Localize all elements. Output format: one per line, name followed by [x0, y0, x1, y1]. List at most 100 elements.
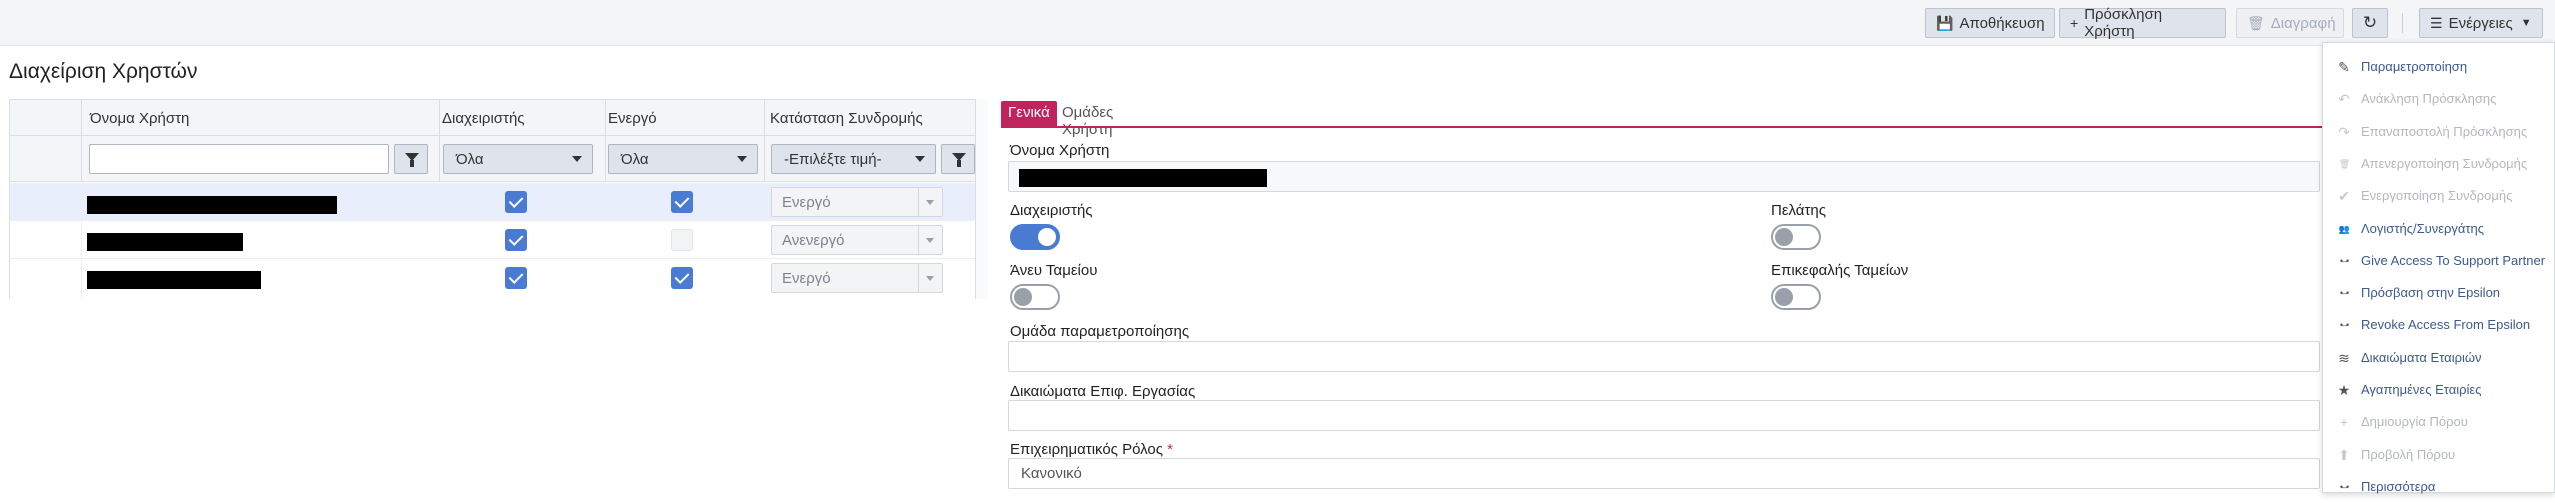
menu-item-label: Απενεργοποίηση Συνδρομής — [2361, 155, 2528, 171]
menu-item-label: Revoke Access From Epsilon — [2361, 317, 2531, 333]
invite-user-button[interactable]: + Πρόσκληση Χρήστη — [2059, 6, 2226, 40]
save-button[interactable]: 💾 Αποθήκευση — [1925, 8, 2055, 38]
admin-toggle[interactable] — [1010, 224, 1060, 250]
menu-item[interactable]: 🗑 Απενεργοποίηση Συνδρομής — [2323, 148, 2555, 180]
subscription-select[interactable]: Ανενεργό — [771, 225, 943, 255]
work-rights-field[interactable] — [1008, 400, 2320, 431]
register-head-label: Επικεφαλής Ταμείων — [1771, 262, 1909, 279]
menu-item[interactable]: 👥 Λογιστής/Συνεργάτης — [2323, 213, 2555, 245]
subscription-value: Ενεργό — [782, 270, 831, 287]
column-header-active[interactable]: Ενεργό — [608, 110, 657, 127]
menu-item-label: Λογιστής/Συνεργάτης — [2361, 220, 2485, 236]
active-checkbox[interactable] — [671, 229, 693, 251]
business-role-value: Κανονικό — [1021, 465, 1082, 482]
menu-item-label: Δικαιώματα Εταιριών — [2361, 349, 2482, 365]
actions-button[interactable]: ☰ Ενέργειες ▼ — [2419, 8, 2543, 38]
admin-filter-value: Όλα — [456, 151, 484, 168]
subscription-filter-button[interactable] — [941, 144, 975, 174]
menu-item[interactable]: ⬆ Προβολή Πόρου — [2323, 439, 2555, 471]
subscription-select[interactable]: Ενεργό — [771, 187, 943, 217]
menu-item[interactable]: ≋ Δικαιώματα Εταιριών — [2323, 342, 2555, 374]
menu-item-label: Δημιουργία Πόρου — [2361, 414, 2468, 430]
edit-icon: ✎ — [2338, 59, 2350, 75]
subscription-value: Ενεργό — [782, 194, 831, 211]
subscription-select[interactable]: Ενεργό — [771, 263, 943, 293]
delete-label: Διαγραφή — [2270, 14, 2336, 32]
tab-user-groups[interactable]: Ομάδες Χρήστη — [1055, 101, 1120, 138]
caret-down-icon — [915, 156, 925, 162]
username-field[interactable] — [1008, 161, 2320, 192]
arrow-up-icon: ⬆ — [2338, 446, 2350, 463]
toolbar: 💾 Αποθήκευση + Πρόσκληση Χρήστη 🗑 Διαγρα… — [0, 0, 2555, 46]
no-register-toggle[interactable] — [1010, 284, 1060, 310]
users-icon: 👥 — [2338, 223, 2350, 234]
menu-item[interactable]: ★ Αγαπημένες Εταιρίες — [2323, 374, 2555, 406]
share-icon: ↷ — [2338, 123, 2350, 140]
menu-item[interactable]: •–• Give Access To Support Partner — [2323, 245, 2555, 277]
subscription-filter-value: -Επιλέξτε τιμή- — [784, 151, 882, 168]
register-head-toggle[interactable] — [1771, 284, 1821, 310]
active-checkbox[interactable] — [671, 191, 693, 213]
column-header-subscription[interactable]: Κατάσταση Συνδρομής — [770, 110, 923, 127]
redacted-username — [87, 233, 243, 251]
dots-icon: •–• — [2339, 481, 2349, 492]
no-register-label: Άνευ Ταμείου — [1010, 262, 1098, 279]
username-filter-input[interactable] — [89, 144, 389, 174]
subscription-filter-select[interactable]: -Επιλέξτε τιμή- — [771, 144, 936, 174]
caret-down-icon — [918, 264, 942, 292]
table-row[interactable]: Ενεργό — [9, 259, 988, 297]
tab-general[interactable]: Γενικά — [1001, 101, 1057, 127]
menu-item-label: Περισσότερα — [2361, 478, 2436, 494]
menu-item-label: Επαναποστολή Πρόσκλησης — [2361, 123, 2528, 139]
grid-scrollbar[interactable] — [975, 99, 988, 299]
admin-checkbox[interactable] — [505, 267, 527, 289]
caret-down-icon — [918, 226, 942, 254]
grid-filter-row: Όλα Όλα -Επιλέξτε τιμή- — [9, 136, 988, 182]
active-filter-value: Όλα — [621, 151, 649, 168]
toolbar-separator — [2402, 13, 2403, 33]
caret-down-icon — [737, 156, 747, 162]
menu-item[interactable]: ✔ Ενεργοποίηση Συνδρομής — [2323, 180, 2555, 212]
filter-icon — [952, 153, 966, 167]
table-row[interactable]: Ανενεργό — [9, 221, 988, 259]
dots-icon: •–• — [2339, 288, 2349, 299]
users-grid: Όνομα Χρήστη Διαχειριστής Ενεργό Κατάστα… — [9, 99, 988, 299]
menu-item-label: Ενεργοποίηση Συνδρομής — [2361, 188, 2513, 204]
admin-checkbox[interactable] — [505, 191, 527, 213]
menu-item[interactable]: ↷ Επαναποστολή Πρόσκλησης — [2323, 116, 2555, 148]
undo-icon: ↶ — [2338, 91, 2350, 108]
username-filter-button[interactable] — [394, 144, 428, 174]
dots-icon: •–• — [2339, 320, 2349, 331]
refresh-icon: ↻ — [2362, 13, 2378, 32]
refresh-button[interactable]: ↻ — [2352, 8, 2388, 38]
menu-item-label: Προβολή Πόρου — [2361, 446, 2456, 462]
active-checkbox[interactable] — [671, 267, 693, 289]
menu-item[interactable]: ↶ Ανάκληση Πρόσκλησης — [2323, 83, 2555, 115]
menu-item[interactable]: •–• Revoke Access From Epsilon — [2323, 309, 2555, 341]
actions-menu: ✎ Παραμετροποίηση ↶ Ανάκληση Πρόσκλησης ↷ Επα… — [2322, 42, 2555, 494]
param-group-label: Ομάδα παραμετροποίησης — [1010, 323, 1190, 340]
admin-filter-select[interactable]: Όλα — [443, 144, 593, 174]
menu-item[interactable]: + Δημιουργία Πόρου — [2323, 406, 2555, 438]
redacted-username — [87, 196, 337, 214]
column-header-admin[interactable]: Διαχειριστής — [442, 110, 525, 127]
param-group-field[interactable] — [1008, 341, 2320, 372]
filter-icon — [405, 153, 419, 167]
customer-toggle[interactable] — [1771, 224, 1821, 250]
menu-item[interactable]: •–• Πρόσβαση στην Epsilon — [2323, 277, 2555, 309]
plus-icon: + — [2339, 414, 2349, 431]
menu-item-label: Ανάκληση Πρόσκλησης — [2361, 91, 2497, 107]
delete-button[interactable]: 🗑 Διαγραφή — [2236, 8, 2344, 38]
business-role-label: Επιχειρηματικός Ρόλος * — [1010, 441, 1173, 458]
menu-item[interactable]: •–• Περισσότερα — [2323, 471, 2555, 503]
active-filter-select[interactable]: Όλα — [608, 144, 758, 174]
trash-icon: 🗑 — [2247, 14, 2265, 31]
customer-label: Πελάτης — [1771, 202, 1826, 219]
menu-item[interactable]: ✎ Παραμετροποίηση — [2323, 51, 2555, 83]
actions-label: Ενέργειες — [2448, 14, 2513, 32]
table-row[interactable]: Ενεργό — [9, 183, 988, 221]
grid-header: Όνομα Χρήστη Διαχειριστής Ενεργό Κατάστα… — [9, 99, 988, 136]
business-role-field[interactable]: Κανονικό — [1008, 458, 2320, 489]
admin-checkbox[interactable] — [505, 229, 527, 251]
column-header-username[interactable]: Όνομα Χρήστη — [90, 110, 189, 127]
